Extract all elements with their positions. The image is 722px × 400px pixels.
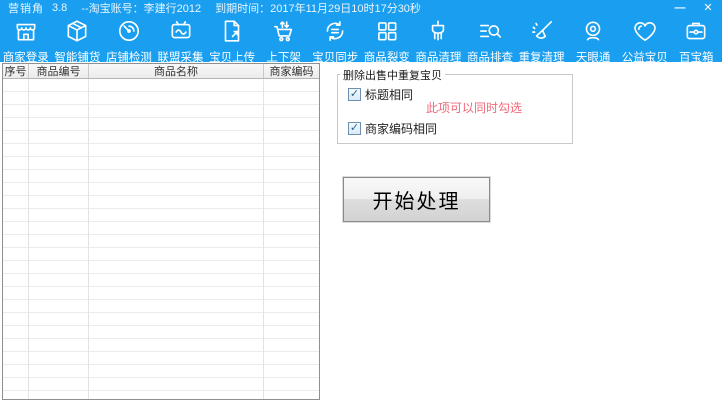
toolbar-item-label: 商品裂变	[363, 52, 410, 64]
toolbar-item-label: 商品排查	[466, 52, 513, 64]
toolbar-item-smart-stock[interactable]: 智能铺货	[52, 16, 104, 64]
checkbox-label: 商家编码相同	[365, 122, 438, 136]
search-list-icon	[477, 18, 503, 49]
toolbar-item-merchant-login[interactable]: 商家登录	[0, 16, 52, 64]
expiry-info: 到期时间：2017年11月29日10时17分30秒	[215, 3, 421, 15]
column-header-item-name[interactable]: 商品名称	[89, 64, 264, 78]
toolbar-item-label: 商品清理	[415, 52, 462, 64]
product-table: 序号 商品编号 商品名称 商家编码	[2, 63, 320, 400]
toolbar-item-shelf-toggle[interactable]: 上下架	[258, 16, 310, 64]
toolbar-item-item-sync[interactable]: 宝贝同步	[309, 16, 361, 64]
toolbar-item-label: 公益宝贝	[621, 52, 668, 64]
groupbox-title: 删除出售中重复宝贝	[340, 67, 445, 83]
column-divider	[263, 79, 264, 399]
toolbar-item-item-inspect[interactable]: 商品排查	[464, 16, 516, 64]
minimize-button[interactable]: —	[672, 0, 688, 16]
sweep-icon	[529, 18, 555, 49]
app-version: 3.8	[52, 2, 68, 14]
toolbar-item-label: 百宝箱	[679, 52, 714, 64]
titlebar[interactable]: 营销角 3.8 --淘宝账号：李建行2012 到期时间：2017年11月29日1…	[0, 0, 722, 16]
brush-icon	[425, 18, 451, 49]
duplicate-options-groupbox: 删除出售中重复宝贝 ✓ 标题相同 此项可以同时勾选 ✓ 商家编码相同	[337, 67, 573, 144]
column-header-merchant-code[interactable]: 商家编码	[264, 64, 319, 78]
cart-arrows-icon	[271, 18, 297, 49]
heart-icon	[632, 18, 658, 49]
radar-icon	[116, 18, 142, 49]
checkbox-icon[interactable]: ✓	[348, 88, 361, 101]
webcam-icon	[580, 18, 606, 49]
checkbox-label: 标题相同	[365, 88, 414, 102]
app-title: 营销角	[8, 3, 44, 15]
toolbar: 商家登录 智能铺货 店铺检测 联盟采集 宝贝上传 上下架 宝贝同步 商品裂变 商…	[0, 16, 722, 64]
toolbar-item-label: 天眼通	[575, 52, 611, 64]
sync-icon	[322, 18, 348, 49]
close-button[interactable]: ✕	[700, 0, 716, 16]
toolbar-item-alliance-collect[interactable]: 联盟采集	[155, 16, 207, 64]
account-info: --淘宝账号：李建行2012	[81, 3, 202, 15]
toolbar-item-treasure-box[interactable]: 百宝箱	[671, 16, 722, 64]
toolbar-item-sky-eye[interactable]: 天眼通	[567, 16, 619, 64]
toolbar-item-duplicate-clean[interactable]: 重复清理	[516, 16, 568, 64]
table-body[interactable]	[3, 79, 319, 399]
document-upload-icon	[219, 18, 245, 49]
start-processing-button[interactable]: 开始处理	[342, 176, 491, 223]
toolbar-item-charity-item[interactable]: 公益宝贝	[619, 16, 671, 64]
monitor-wave-icon	[168, 18, 194, 49]
toolbar-item-item-fission[interactable]: 商品裂变	[361, 16, 413, 64]
window-controls: — ✕	[672, 0, 716, 16]
package-icon	[64, 18, 90, 49]
storefront-icon	[13, 18, 39, 49]
note-text: 此项可以同时勾选	[426, 101, 523, 115]
grid-icon	[374, 18, 400, 49]
toolbar-item-label: 重复清理	[518, 52, 565, 64]
checkbox-icon[interactable]: ✓	[348, 122, 361, 135]
checkbox-merchant-code-same[interactable]: ✓ 商家编码相同	[348, 120, 437, 137]
column-divider	[88, 79, 89, 399]
column-divider	[28, 79, 29, 399]
checkbox-title-same[interactable]: ✓ 标题相同	[348, 86, 413, 103]
table-header: 序号 商品编号 商品名称 商家编码	[3, 64, 319, 79]
toolbox-icon	[683, 18, 709, 49]
toolbar-item-item-upload[interactable]: 宝贝上传	[206, 16, 258, 64]
column-header-item-number[interactable]: 商品编号	[29, 64, 89, 78]
app-window: 营销角 3.8 --淘宝账号：李建行2012 到期时间：2017年11月29日1…	[0, 0, 722, 400]
toolbar-item-item-clean[interactable]: 商品清理	[413, 16, 465, 64]
column-header-index[interactable]: 序号	[3, 64, 29, 78]
toolbar-item-shop-check[interactable]: 店铺检测	[103, 16, 155, 64]
